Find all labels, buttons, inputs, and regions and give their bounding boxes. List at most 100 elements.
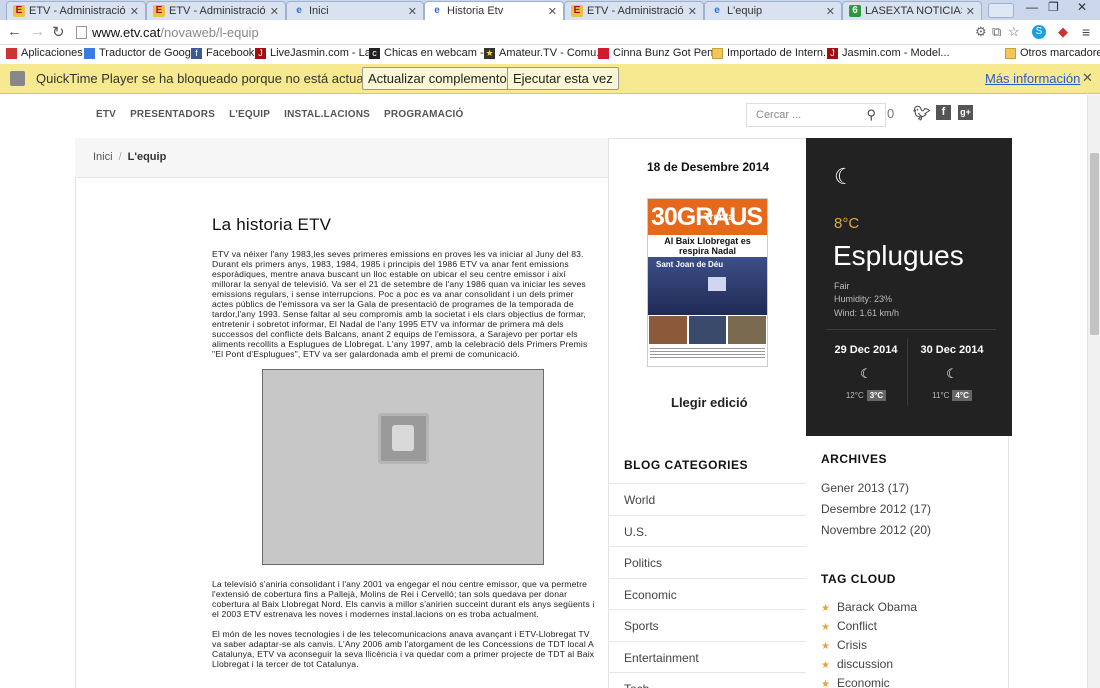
bookmark-folder-imported[interactable]: Importado de Intern... bbox=[712, 47, 832, 59]
address-bar[interactable]: www.etv.cat/novaweb/l-equip bbox=[72, 22, 964, 43]
bookmark-jasmin[interactable]: J Jasmin.com - Model... bbox=[827, 47, 950, 59]
weather-humidity: Humidity: 23% bbox=[834, 294, 893, 304]
tag-link[interactable]: ★ Economic bbox=[821, 676, 890, 688]
plugin-blocked-infobar: QuickTime Player se ha bloqueado porque … bbox=[0, 64, 1100, 94]
archive-link[interactable]: Novembre 2012 (20) bbox=[821, 523, 931, 537]
browser-tab[interactable]: e Inici ✕ bbox=[286, 1, 424, 20]
bookmark-other-folder[interactable]: Otros marcadores bbox=[1005, 47, 1100, 59]
etv-favicon-icon: E bbox=[153, 5, 165, 17]
archives-heading: ARCHIVES bbox=[821, 452, 888, 466]
nav-item-programacio[interactable]: PROGRAMACIÓ bbox=[384, 109, 463, 120]
bookmark-amateurtv[interactable]: ★ Amateur.TV - Comu... bbox=[484, 47, 605, 59]
weather-city: Esplugues bbox=[833, 240, 964, 271]
site-nav: ETV PRESENTADORS L'EQUIP INSTAL.LACIONS … bbox=[96, 109, 477, 120]
category-link[interactable]: Politics bbox=[608, 546, 806, 578]
translate-icon[interactable]: ⧉ bbox=[992, 24, 1001, 40]
browser-tab[interactable]: E ETV - Administració - Ge ✕ bbox=[146, 1, 286, 20]
facebook-icon[interactable]: f bbox=[936, 105, 951, 120]
tag-link[interactable]: ★ Crisis bbox=[821, 638, 867, 652]
category-link[interactable]: Tech bbox=[608, 672, 806, 688]
skype-extension-icon[interactable]: S bbox=[1032, 25, 1046, 39]
search-icon[interactable]: ⚲ bbox=[866, 104, 876, 126]
browser-tab[interactable]: E ETV - Administració - Ge ✕ bbox=[564, 1, 704, 20]
category-link[interactable]: Entertainment bbox=[608, 640, 806, 673]
new-tab-button[interactable] bbox=[988, 3, 1014, 18]
close-infobar-icon[interactable]: ✕ bbox=[1082, 70, 1093, 86]
category-link[interactable]: U.S. bbox=[608, 514, 806, 547]
category-link[interactable]: Economic bbox=[608, 577, 806, 610]
lasexta-favicon-icon: 6 bbox=[849, 5, 861, 17]
google-plus-icon[interactable]: g+ bbox=[958, 105, 973, 120]
twitter-icon[interactable]: 🐦︎ bbox=[913, 105, 931, 122]
archive-link[interactable]: Gener 2013 (17) bbox=[821, 481, 909, 495]
article: La historia ETV ETV va néixer l'any 1983… bbox=[212, 215, 596, 679]
folder-icon bbox=[1005, 47, 1016, 59]
breadcrumb-home-link[interactable]: Inici bbox=[93, 151, 113, 163]
plugin-blocked-icon[interactable]: ⚙ bbox=[975, 24, 987, 40]
more-info-link[interactable]: Más información bbox=[985, 71, 1080, 86]
site-search-input[interactable]: Cercar ... ⚲ bbox=[746, 103, 886, 127]
star-icon: ★ bbox=[821, 603, 830, 614]
browser-tab[interactable]: 6 LASEXTA NOTICIAS. Últi ✕ bbox=[842, 1, 982, 20]
extension-icon[interactable]: ◆ bbox=[1058, 24, 1068, 40]
site-favicon-icon bbox=[598, 47, 609, 59]
close-window-icon[interactable]: ✕ bbox=[1077, 0, 1087, 14]
close-tab-icon[interactable]: ✕ bbox=[826, 5, 835, 18]
star-icon: ★ bbox=[484, 47, 495, 59]
run-once-button[interactable]: Ejecutar esta vez bbox=[507, 67, 619, 90]
nav-item-installacions[interactable]: INSTAL.LACIONS bbox=[284, 109, 370, 120]
close-tab-icon[interactable]: ✕ bbox=[966, 5, 975, 18]
forward-arrow-icon[interactable]: → bbox=[30, 23, 45, 40]
bookmark-livejasmin[interactable]: J LiveJasmin.com - La... bbox=[255, 47, 380, 59]
article-paragraph: ETV va néixer l'any 1983,les seves prime… bbox=[212, 249, 588, 359]
article-paragraph: La televisió s'aniria consolidant i l'an… bbox=[212, 579, 595, 619]
page-favicon-icon: e bbox=[296, 5, 302, 16]
page-scrollbar[interactable] bbox=[1087, 95, 1100, 688]
close-tab-icon[interactable]: ✕ bbox=[270, 5, 279, 18]
scrollbar-thumb[interactable] bbox=[1090, 153, 1099, 335]
close-tab-icon[interactable]: ✕ bbox=[688, 5, 697, 18]
tag-link[interactable]: ★ Barack Obama bbox=[821, 600, 917, 614]
etv-favicon-icon: E bbox=[571, 5, 583, 17]
archive-link[interactable]: Desembre 2012 (17) bbox=[821, 502, 931, 516]
breadcrumb: Inici / L'equip bbox=[75, 138, 608, 178]
minimize-window-icon[interactable]: — bbox=[1026, 0, 1038, 14]
folder-icon bbox=[712, 47, 723, 59]
close-tab-icon[interactable]: ✕ bbox=[548, 5, 557, 18]
star-icon: ★ bbox=[821, 641, 830, 652]
tab-bar: E ETV - Administració - Ge ✕ E ETV - Adm… bbox=[0, 0, 1100, 20]
back-arrow-icon[interactable]: ← bbox=[7, 23, 22, 40]
nav-item-etv[interactable]: ETV bbox=[96, 109, 116, 120]
newspaper-cover-image[interactable]: 30GRAUS Trenta Al Baix Llobregat es respi… bbox=[647, 198, 768, 367]
page-favicon-icon: e bbox=[714, 5, 720, 16]
close-tab-icon[interactable]: ✕ bbox=[130, 5, 139, 18]
close-tab-icon[interactable]: ✕ bbox=[408, 5, 417, 18]
bookmark-translate[interactable]: Traductor de Google bbox=[84, 47, 199, 59]
bookmark-apps[interactable]: Aplicaciones bbox=[6, 47, 83, 59]
update-plugin-button[interactable]: Actualizar complemento... bbox=[362, 67, 524, 90]
tag-link[interactable]: ★ discussion bbox=[821, 657, 893, 671]
nav-item-presentadors[interactable]: PRESENTADORS bbox=[130, 109, 215, 120]
bookmark-cinna[interactable]: Cinna Bunz Got Pen... bbox=[598, 47, 722, 59]
facebook-icon: f bbox=[191, 47, 202, 59]
maximize-window-icon[interactable]: ❐ bbox=[1048, 0, 1059, 14]
cart-count: 0 bbox=[887, 106, 895, 121]
category-link[interactable]: Sports bbox=[608, 609, 806, 641]
browser-tab[interactable]: E ETV - Administració - Ge ✕ bbox=[6, 1, 146, 20]
read-edition-link[interactable]: Llegir edició bbox=[671, 395, 748, 410]
tag-link[interactable]: ★ Conflict bbox=[821, 619, 877, 633]
breadcrumb-current: L'equip bbox=[127, 151, 167, 163]
weather-widget: ☾ 8°C Esplugues Fair Humidity: 23% Wind:… bbox=[806, 138, 1012, 436]
nav-item-lequip[interactable]: L'EQUIP bbox=[229, 109, 270, 120]
bookmark-webcam[interactable]: c Chicas en webcam -... bbox=[369, 47, 493, 59]
page-favicon-icon: e bbox=[434, 5, 440, 16]
bookmark-star-icon[interactable]: ☆ bbox=[1008, 24, 1020, 40]
star-icon: ★ bbox=[821, 660, 830, 671]
blocked-plugin-placeholder[interactable] bbox=[262, 369, 544, 565]
menu-icon[interactable]: ≡ bbox=[1082, 24, 1090, 40]
browser-tab[interactable]: e L'equip ✕ bbox=[704, 1, 842, 20]
reload-icon[interactable]: ↻ bbox=[52, 23, 65, 41]
category-link[interactable]: World bbox=[608, 483, 806, 515]
bookmark-facebook[interactable]: f Facebook bbox=[191, 47, 254, 59]
browser-tab-active[interactable]: e Historia Etv ✕ bbox=[424, 1, 564, 20]
